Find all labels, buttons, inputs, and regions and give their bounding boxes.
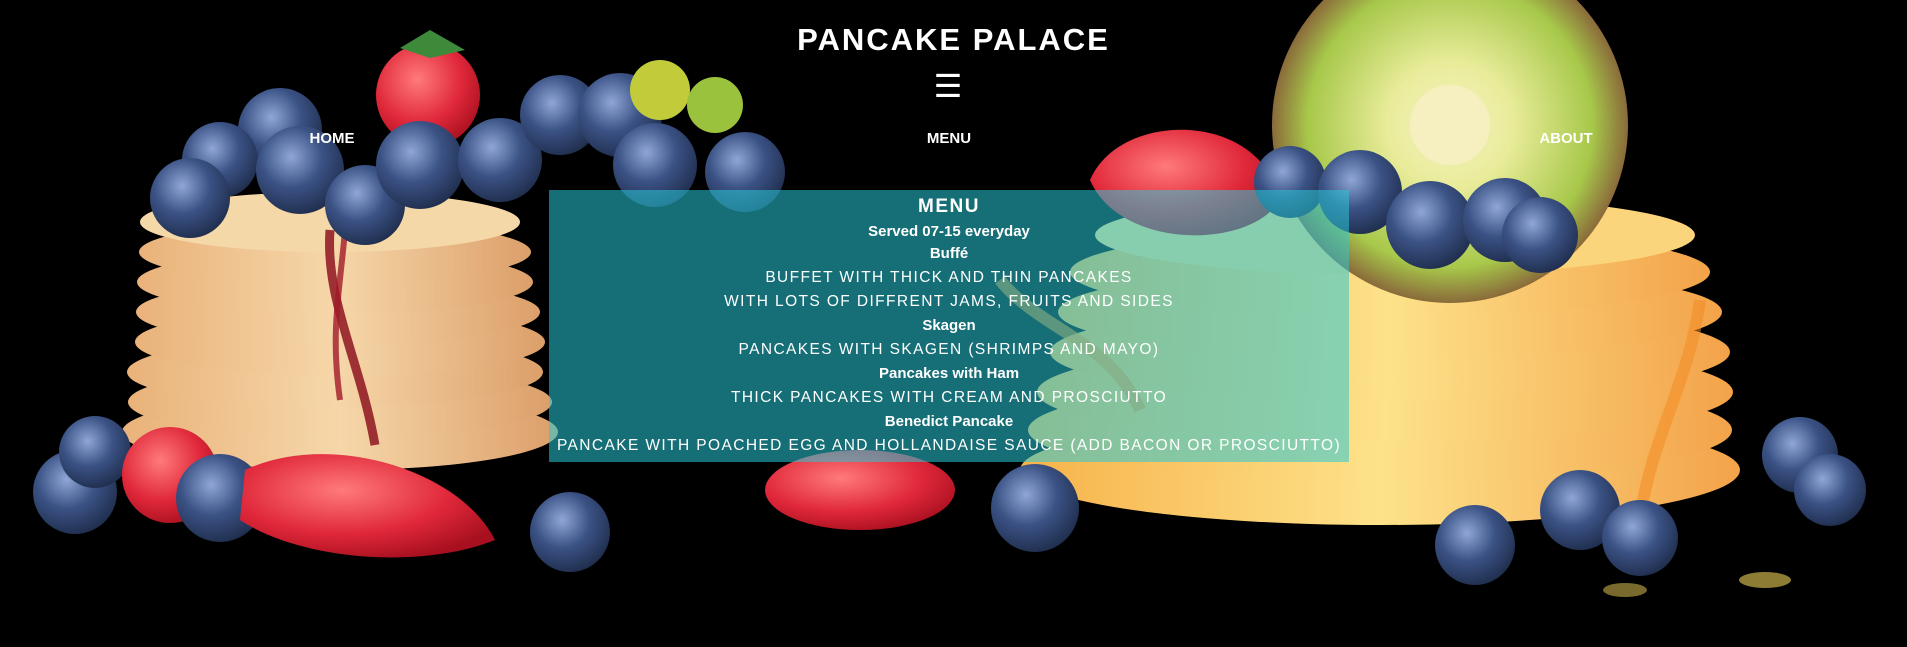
- menu-panel: MENU Served 07-15 everyday Buffé Buffet …: [549, 190, 1349, 462]
- menu-item-name: Buffé: [929, 245, 969, 262]
- menu-item-description: Pancake with poached egg and hollandaise…: [556, 437, 1342, 454]
- menu-item-description: Buffet with thick and thin pancakes: [765, 269, 1133, 286]
- menu-item-name: Pancakes with Ham: [878, 365, 1020, 382]
- menu-item-name: Skagen: [922, 317, 976, 334]
- nav-menu[interactable]: MENU: [927, 130, 971, 148]
- menu-item: Benedict Pancake Pancake with poached eg…: [549, 410, 1349, 458]
- menu-hours: Served 07-15 everyday: [868, 223, 1030, 240]
- menu-item-name: Benedict Pancake: [884, 413, 1014, 430]
- menu-item: Skagen Pancakes with Skagen (shrimps and…: [549, 314, 1349, 362]
- menu-item-description: with lots of diffrent jams, fruits and s…: [724, 293, 1174, 310]
- nav-home[interactable]: HOME: [310, 130, 355, 148]
- menu-heading: MENU: [918, 196, 980, 217]
- menu-item: Pancakes with Ham Thick pancakes with cr…: [549, 362, 1349, 410]
- nav-about[interactable]: ABOUT: [1539, 130, 1592, 148]
- menu-item-description: Thick pancakes with cream and prosciutto: [730, 389, 1168, 406]
- hamburger-menu-icon[interactable]: ☰: [928, 68, 968, 104]
- menu-item: Buffé Buffet with thick and thin pancake…: [549, 242, 1349, 314]
- site-title: PANCAKE PALACE: [797, 22, 1110, 57]
- menu-item-description: Pancakes with Skagen (shrimps and mayo): [738, 341, 1160, 358]
